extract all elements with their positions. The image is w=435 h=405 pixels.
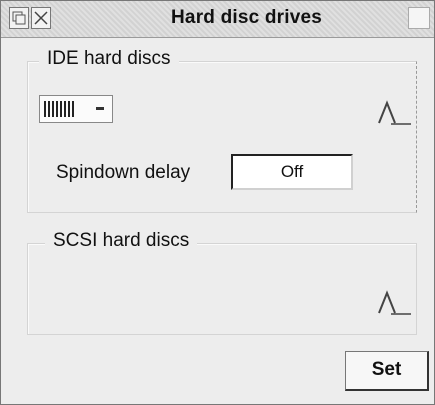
ide-drive-popup[interactable] <box>39 95 113 123</box>
hard-disc-drives-window: Hard disc drives IDE hard discs Spindown… <box>0 0 435 405</box>
scroll-up-arrow-icon[interactable] <box>377 287 413 317</box>
ide-group-label: IDE hard discs <box>39 48 179 70</box>
ide-group-box <box>27 61 417 213</box>
toggle-size-icon[interactable] <box>408 7 430 29</box>
hard-disc-drive-icon <box>44 101 76 117</box>
title-bar[interactable]: Hard disc drives <box>1 1 434 38</box>
scsi-group-box <box>27 243 417 335</box>
scsi-group-label: SCSI hard discs <box>45 230 198 252</box>
window-title: Hard disc drives <box>171 7 323 28</box>
scroll-up-arrow-icon[interactable] <box>377 97 413 127</box>
back-icon[interactable] <box>9 7 29 29</box>
menu-dash-icon[interactable] <box>96 107 104 110</box>
spindown-delay-label: Spindown delay <box>56 162 191 183</box>
close-icon[interactable] <box>31 7 51 29</box>
set-button[interactable]: Set <box>345 351 429 391</box>
spindown-delay-field[interactable]: Off <box>231 154 353 190</box>
